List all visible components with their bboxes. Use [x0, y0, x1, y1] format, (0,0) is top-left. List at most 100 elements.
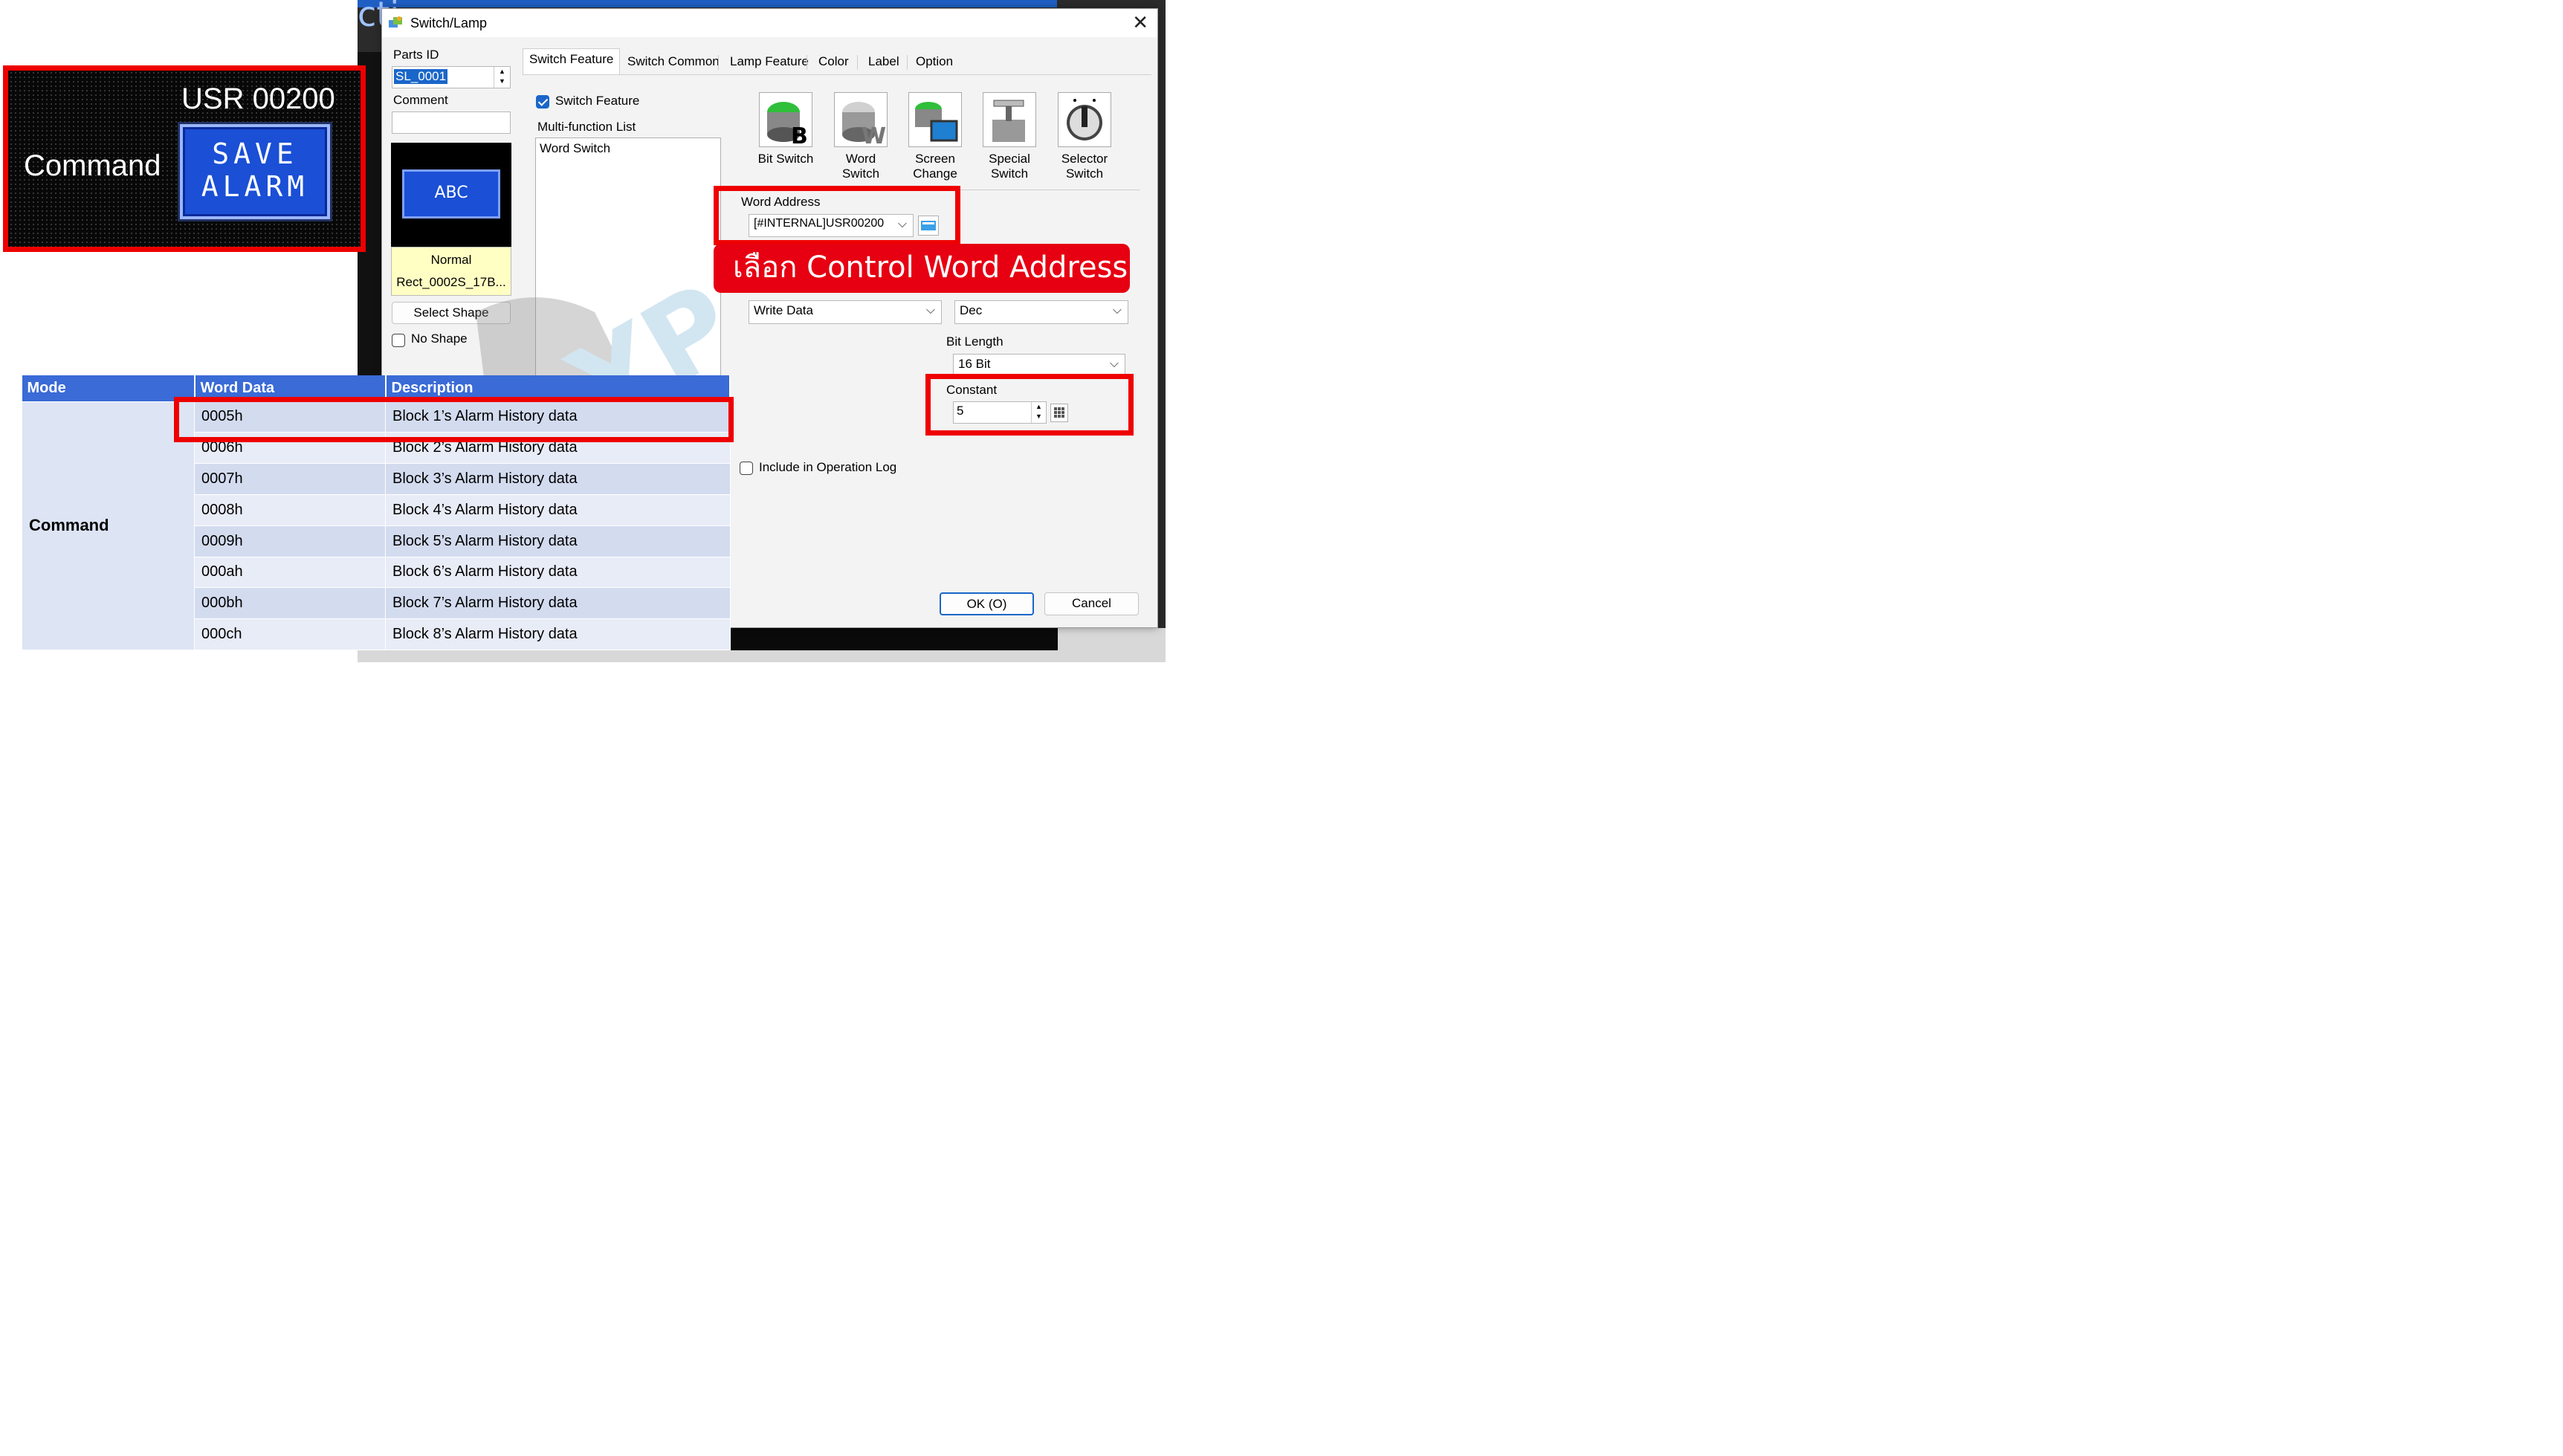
- special-switch-label-2: Switch: [990, 166, 1029, 181]
- word-data-cell: 0009h: [194, 525, 386, 557]
- constant-label: Constant: [946, 383, 998, 397]
- data-type-value: Dec: [960, 303, 983, 317]
- selector-switch-option[interactable]: Selector Switch: [1055, 92, 1114, 181]
- chevron-down-icon: ⌵: [1109, 357, 1119, 370]
- list-item-word-switch[interactable]: Word Switch: [540, 141, 610, 156]
- word-switch-label-1: Word: [845, 152, 876, 166]
- special-switch-option[interactable]: Special Switch: [980, 92, 1039, 181]
- close-icon[interactable]: ✕: [1132, 11, 1148, 34]
- tab-label[interactable]: Label: [862, 51, 906, 74]
- tab-lamp-feature[interactable]: Lamp Feature: [723, 51, 815, 74]
- dialog-title: Switch/Lamp: [410, 16, 488, 30]
- bit-length-label: Bit Length: [946, 334, 1003, 349]
- hmi-command-text: Command: [24, 149, 161, 182]
- word-address-value: [#INTERNAL]USR00200: [754, 217, 885, 230]
- preview-state: Normal: [430, 253, 472, 267]
- word-switch-label-2: Switch: [841, 166, 880, 181]
- constant-field[interactable]: 5 ▲ ▼: [953, 401, 1047, 424]
- svg-text:W: W: [862, 123, 886, 146]
- word-data-cell: 000bh: [194, 587, 386, 620]
- bit-switch-option[interactable]: B Bit Switch: [756, 92, 815, 166]
- chevron-down-icon: ⌵: [894, 218, 907, 231]
- parts-id-label: Parts ID: [393, 48, 439, 62]
- comment-field[interactable]: [392, 111, 511, 134]
- header-mode: Mode: [22, 375, 195, 401]
- tab-separator: [718, 55, 719, 70]
- preview-shape-name: Rect_0002S_17B...: [396, 275, 506, 289]
- shape-preview: ABC: [391, 143, 511, 247]
- dialog-title-bar: Switch/Lamp ✕: [382, 9, 1157, 37]
- table-row: Command 0005h Block 1’s Alarm History da…: [22, 401, 731, 650]
- keypad-icon: [921, 221, 936, 230]
- constant-spinner[interactable]: ▲ ▼: [1031, 402, 1046, 423]
- operation-value: Write Data: [754, 303, 813, 317]
- screen-change-icon: [908, 92, 962, 147]
- save-alarm-line-2: ALARM: [201, 170, 309, 203]
- hmi-address-text: USR 00200: [181, 82, 335, 115]
- word-data-cell: 0006h: [194, 432, 386, 465]
- background-title-bar: [358, 0, 1057, 7]
- description-cell: Block 2’s Alarm History data: [385, 432, 731, 465]
- description-cell: Block 6’s Alarm History data: [385, 556, 731, 589]
- operation-select[interactable]: Write Data ⌵: [749, 300, 942, 324]
- word-address-field[interactable]: [#INTERNAL]USR00200 ⌵: [749, 214, 914, 237]
- word-data-cell: 0007h: [194, 463, 386, 495]
- constant-value: 5: [957, 404, 964, 418]
- parts-id-value: SL_0001: [394, 69, 448, 84]
- screen-change-label-1: Screen: [915, 152, 955, 166]
- data-type-select[interactable]: Dec ⌵: [954, 300, 1128, 324]
- description-cell: Block 4’s Alarm History data: [385, 494, 731, 526]
- operation-log-checkbox[interactable]: [740, 462, 753, 475]
- word-data-cell: 000ah: [194, 556, 386, 589]
- no-shape-label: No Shape: [411, 331, 468, 346]
- word-data-cell: 0005h: [194, 401, 386, 433]
- word-address-label: Word Address: [741, 195, 821, 209]
- special-switch-icon: [983, 92, 1036, 147]
- hmi-panel: USR 00200 Command SAVE ALARM: [4, 66, 364, 250]
- constant-keypad-button[interactable]: [1050, 404, 1068, 422]
- selector-switch-icon: [1058, 92, 1111, 147]
- bit-switch-icon: B: [759, 92, 812, 149]
- description-cell: Block 3’s Alarm History data: [385, 463, 731, 495]
- parts-id-field[interactable]: SL_0001 ▲ ▼: [392, 66, 511, 88]
- word-switch-option[interactable]: W Word Switch: [831, 92, 891, 181]
- ok-button[interactable]: OK (O): [940, 592, 1034, 615]
- keypad-icon: [1054, 407, 1064, 418]
- word-data-cell: 000ch: [194, 618, 386, 650]
- word-switch-icon: W: [834, 92, 888, 149]
- save-alarm-button[interactable]: SAVE ALARM: [180, 124, 330, 219]
- preview-button: ABC: [402, 169, 500, 219]
- header-description: Description: [385, 375, 731, 401]
- no-shape-checkbox[interactable]: [392, 334, 405, 347]
- header-word-data: Word Data: [194, 375, 387, 401]
- description-cell: Block 1’s Alarm History data: [385, 401, 731, 433]
- special-switch-label-1: Special: [989, 152, 1030, 166]
- bit-switch-label: Bit Switch: [757, 152, 814, 166]
- multi-function-list[interactable]: Word Switch: [535, 137, 721, 383]
- description-cell: Block 8’s Alarm History data: [385, 618, 731, 650]
- cancel-button[interactable]: Cancel: [1044, 592, 1139, 615]
- address-keypad-button[interactable]: [918, 216, 939, 236]
- operation-log-label: Include in Operation Log: [759, 460, 897, 474]
- save-alarm-line-1: SAVE: [212, 137, 298, 170]
- multi-function-label: Multi-function List: [537, 120, 636, 134]
- tab-option[interactable]: Option: [909, 51, 960, 74]
- chevron-down-icon: ⌵: [925, 304, 935, 317]
- chevron-down-icon: ⌵: [1112, 304, 1122, 317]
- switch-feature-label: Switch Feature: [555, 94, 640, 108]
- switch-feature-checkbox[interactable]: [536, 95, 549, 109]
- background-canvas-block: [729, 624, 1058, 650]
- parts-id-spinner[interactable]: ▲ ▼: [494, 67, 510, 88]
- switch-lamp-icon: [389, 16, 402, 27]
- select-shape-button[interactable]: Select Shape: [392, 302, 511, 324]
- comment-label: Comment: [393, 93, 448, 107]
- screen-change-option[interactable]: Screen Change: [905, 92, 965, 181]
- command-table: Mode Word Data Description Command 0005h…: [22, 375, 731, 650]
- tab-switch-common[interactable]: Switch Common: [621, 51, 726, 74]
- tab-switch-feature[interactable]: Switch Feature: [523, 48, 621, 74]
- tab-color[interactable]: Color: [812, 51, 856, 74]
- bit-length-select[interactable]: 16 Bit ⌵: [953, 354, 1125, 377]
- instruction-callout: เลือก Control Word Address: [714, 244, 1130, 293]
- selector-switch-label-2: Switch: [1065, 166, 1104, 181]
- preview-info: Normal Rect_0002S_17B...: [391, 247, 511, 296]
